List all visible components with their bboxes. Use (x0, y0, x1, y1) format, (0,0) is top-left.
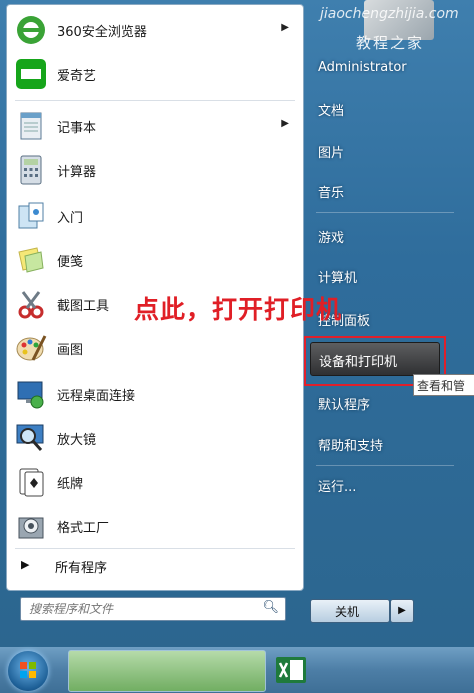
program-paint[interactable]: 画图 (7, 327, 303, 369)
divider (15, 548, 295, 549)
username-link[interactable]: Administrator (318, 60, 407, 75)
right-item-documents[interactable]: 文档 (318, 100, 344, 119)
shutdown-label: 关机 (335, 605, 360, 619)
divider (316, 465, 454, 466)
shutdown-options-arrow-icon[interactable]: ▶ (390, 599, 414, 623)
program-label: 360安全浏览器 (57, 25, 147, 40)
right-item-pictures[interactable]: 图片 (318, 142, 344, 161)
watermark-name: 教程之家 (356, 34, 425, 52)
magnifier-icon (16, 424, 44, 451)
program-label: 便笺 (57, 255, 84, 270)
taskbar-app-button[interactable] (68, 650, 266, 692)
program-label: 截图工具 (57, 299, 110, 314)
program-calculator[interactable]: 计算器 (7, 149, 303, 191)
solitaire-icon (19, 468, 44, 497)
program-label: 格式工厂 (57, 521, 110, 536)
start-menu: jiaochengzhijia.com 教程之家 360安全浏览器 ▶ 爱奇艺 … (0, 0, 474, 647)
all-programs-button[interactable]: ▶ 所有程序 (7, 551, 303, 579)
watermark-domain: jiaochengzhijia.com (320, 6, 459, 22)
program-label: 纸牌 (57, 477, 84, 492)
search-input[interactable] (27, 600, 257, 618)
program-getting-started[interactable]: 入门 (7, 195, 303, 237)
program-label: 计算器 (57, 165, 97, 180)
right-item-computer[interactable]: 计算机 (318, 267, 357, 286)
shutdown-button[interactable]: 关机 (310, 599, 390, 623)
right-item-music[interactable]: 音乐 (318, 182, 344, 201)
submenu-arrow-icon[interactable]: ▶ (281, 22, 289, 33)
right-item-games[interactable]: 游戏 (318, 227, 344, 246)
program-label: 画图 (57, 343, 84, 358)
right-item-help-support[interactable]: 帮助和支持 (318, 435, 383, 454)
program-iqiyi[interactable]: 爱奇艺 (7, 53, 303, 95)
all-programs-label: 所有程序 (55, 561, 108, 576)
program-sticky-notes[interactable]: 便笺 (7, 239, 303, 281)
triangle-right-icon: ▶ (21, 558, 30, 571)
sticky-notes-icon (18, 247, 44, 273)
remote-desktop-icon (17, 381, 44, 409)
excel-icon[interactable] (274, 653, 308, 687)
paint-icon (16, 335, 47, 361)
iqiyi-icon (16, 59, 46, 89)
calculator-icon (20, 155, 42, 185)
tooltip: 查看和管 (413, 374, 474, 396)
taskbar (0, 647, 474, 693)
search-area: 🔍︎ (6, 590, 302, 636)
360-browser-icon (17, 16, 45, 44)
submenu-arrow-icon[interactable]: ▶ (281, 118, 289, 129)
start-button[interactable] (8, 651, 48, 691)
program-magnifier[interactable]: 放大镜 (7, 417, 303, 459)
program-label: 记事本 (57, 121, 97, 136)
right-item-run[interactable]: 运行... (318, 476, 356, 495)
format-factory-icon (18, 517, 44, 539)
search-icon[interactable]: 🔍︎ (262, 600, 279, 615)
program-label: 入门 (57, 211, 84, 226)
program-360-browser[interactable]: 360安全浏览器 ▶ (7, 9, 303, 51)
program-label: 爱奇艺 (57, 69, 97, 84)
snipping-tool-icon (18, 291, 44, 319)
tooltip-text: 查看和管 (417, 379, 466, 393)
search-box[interactable]: 🔍︎ (20, 597, 286, 621)
divider (316, 212, 454, 213)
program-remote-desktop[interactable]: 远程桌面连接 (7, 373, 303, 415)
program-label: 放大镜 (57, 433, 97, 448)
program-notepad[interactable]: 记事本 ▶ (7, 105, 303, 147)
annotation-text: 点此，打开打印机 (134, 295, 343, 324)
right-item-default-programs[interactable]: 默认程序 (318, 394, 370, 413)
program-label: 远程桌面连接 (57, 389, 136, 404)
getting-started-icon (18, 202, 44, 229)
program-solitaire[interactable]: 纸牌 (7, 461, 303, 503)
windows-logo-icon (20, 662, 36, 678)
program-format-factory[interactable]: 格式工厂 (7, 505, 303, 547)
divider (15, 100, 295, 101)
notepad-icon (20, 112, 42, 140)
